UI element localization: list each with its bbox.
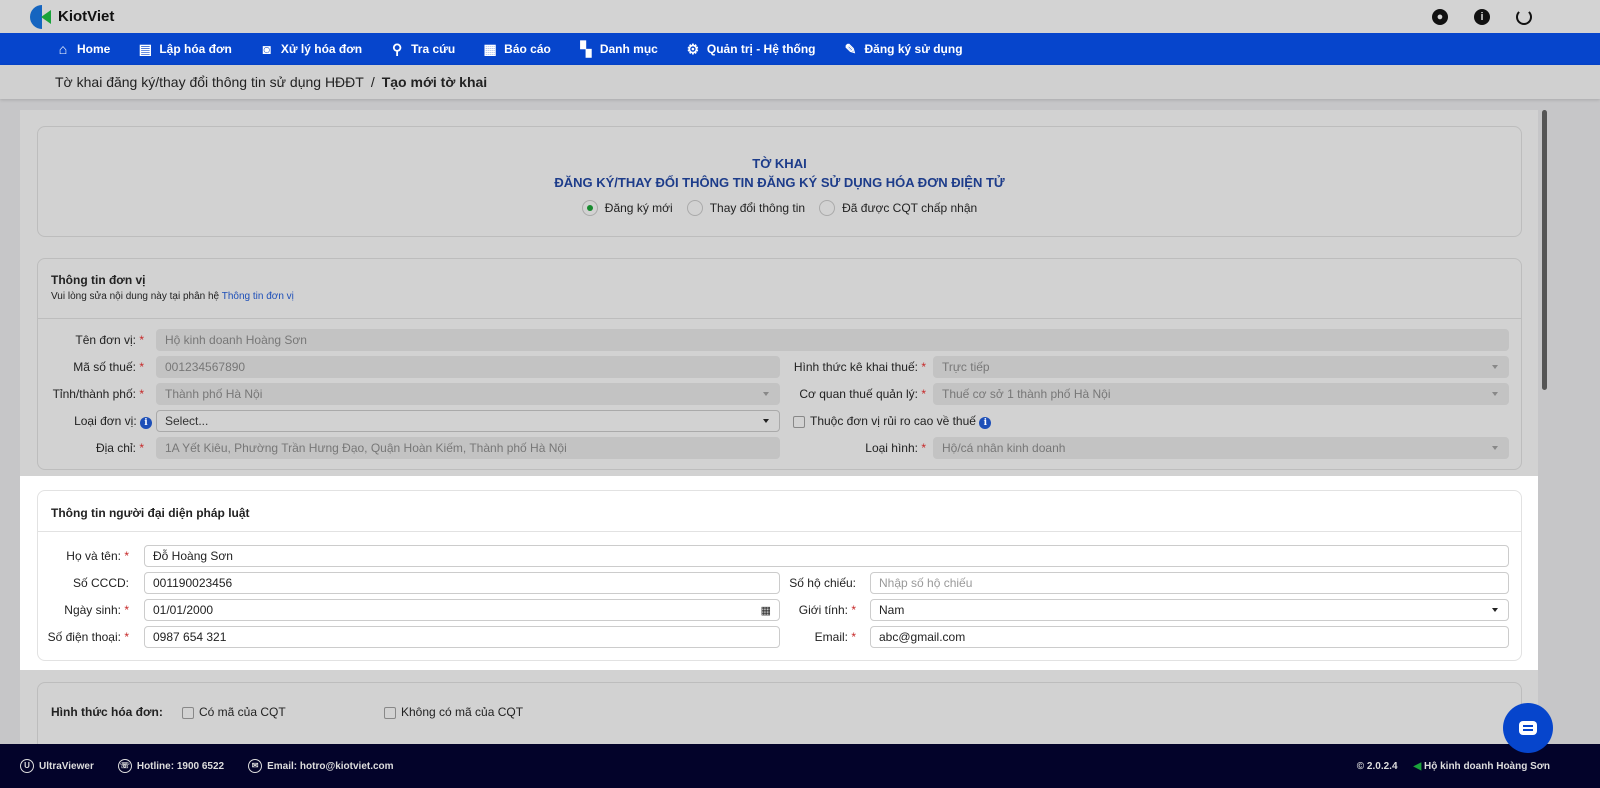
form-title-card: TỜ KHAI ĐĂNG KÝ/THAY ĐỔI THÔNG TIN ĐĂNG … (37, 126, 1522, 237)
tax-office-select: Thuế cơ sở 1 thành phố Hà Nội (933, 383, 1509, 405)
nav-register[interactable]: ✎ Đăng ký sử dụng (843, 41, 963, 58)
email-input[interactable]: abc@gmail.com (870, 626, 1509, 648)
ultraviewer-icon: U (20, 759, 34, 773)
unit-name-field: Hộ kinh doanh Hoàng Sơn (156, 329, 1509, 351)
full-name-input[interactable]: Đỗ Hoàng Sơn (144, 545, 1509, 567)
power-icon[interactable] (1516, 8, 1532, 25)
city-select: Thành phố Hà Nội (156, 383, 780, 405)
invoice-form-card: Hình thức hóa đơn: Có mã của CQT Không c… (37, 682, 1522, 752)
gender-select[interactable]: Nam (870, 599, 1509, 621)
chat-icon (1519, 721, 1537, 735)
legal-rep-card: Thông tin người đại diện pháp luật Họ và… (37, 490, 1522, 661)
breadcrumb: Tờ khai đăng ký/thay đổi thông tin sử dụ… (0, 65, 1600, 99)
section-title: Thông tin đơn vị (51, 273, 146, 287)
kiotviet-logo-icon: ◀ (1413, 760, 1422, 772)
support-email[interactable]: ✉ Email: hotro@kiotviet.com (248, 759, 394, 773)
chat-button[interactable] (1503, 703, 1553, 753)
search-icon: ⚲ (391, 40, 403, 57)
phone-input[interactable]: 0987 654 321 (144, 626, 780, 648)
admin-icon: ⚙ (686, 40, 700, 57)
nav-home[interactable]: ⌂ Home (55, 41, 111, 57)
radio-accepted[interactable]: Đã được CQT chấp nhận (819, 200, 977, 216)
nav-admin[interactable]: ⚙ Quản trị - Hệ thống (685, 41, 816, 58)
tax-declaration-select: Trực tiếp (933, 356, 1509, 378)
app-logo[interactable]: KiotViet (30, 4, 114, 29)
breadcrumb-parent[interactable]: Tờ khai đăng ký/thay đổi thông tin sử dụ… (55, 74, 364, 90)
hotline[interactable]: ☏ Hotline: 1900 6522 (117, 759, 224, 773)
unit-type-select[interactable]: Select... (156, 410, 780, 432)
passport-input[interactable]: Nhập số hộ chiếu (870, 572, 1509, 594)
nav-catalog[interactable]: ▚ Danh mục (578, 40, 657, 58)
high-risk-checkbox[interactable]: Thuộc đơn vị rủi ro cao về thuế i (793, 414, 992, 429)
register-icon: ✎ (844, 40, 857, 57)
phone-icon: ☏ (117, 759, 132, 773)
info-icon[interactable]: i (140, 417, 152, 429)
radio-new-registration[interactable]: Đăng ký mới (581, 200, 673, 216)
footer: U UltraViewer ☏ Hotline: 1900 6522 ✉ Email:… (0, 744, 1600, 788)
radio-change-info[interactable]: Thay đổi thông tin (686, 200, 805, 216)
kiotviet-logo-icon (30, 4, 52, 29)
company-name: ◀ Hộ kinh doanh Hoàng Sơn (1413, 760, 1550, 772)
tax-code-field: 001234567890 (156, 356, 780, 378)
info-icon[interactable]: i (979, 417, 992, 429)
home-icon: ⌂ (58, 41, 68, 57)
address-field: 1A Yết Kiêu, Phường Trần Hưng Đạo, Quận … (156, 437, 780, 459)
ultraviewer-link[interactable]: U UltraViewer (20, 759, 94, 773)
business-type-select: Hộ/cá nhân kinh doanh (933, 437, 1509, 459)
mail-icon: ✉ (248, 759, 263, 773)
unit-info-card: Thông tin đơn vị Vui lòng sửa nội dung n… (37, 258, 1522, 470)
top-bar: KiotViet ● i (0, 0, 1600, 33)
user-account-icon[interactable]: ● (1432, 8, 1448, 25)
nav-report[interactable]: ▦ Báo cáo (482, 41, 551, 58)
info-icon[interactable]: i (1474, 8, 1490, 25)
unit-info-link[interactable]: Thông tin đơn vị (222, 291, 294, 302)
highlighted-section: Thông tin người đại diện pháp luật Họ và… (20, 476, 1538, 670)
without-tax-code-checkbox[interactable]: Không có mã của CQT (384, 705, 523, 719)
form-title: TỜ KHAI (752, 156, 807, 171)
main-nav: ⌂ Home ▤ Lập hóa đơn ◙ Xử lý hóa đơn ⚲ Tra c… (0, 33, 1600, 65)
invoice-add-icon: ▤ (138, 40, 152, 57)
nav-create-invoice[interactable]: ▤ Lập hóa đơn (137, 41, 232, 58)
version: © 2.0.2.4 (1356, 760, 1398, 772)
section-title: Thông tin người đại diện pháp luật (51, 506, 250, 520)
with-tax-code-checkbox[interactable]: Có mã của CQT (182, 705, 286, 719)
form-subtitle: ĐĂNG KÝ/THAY ĐỔI THÔNG TIN ĐĂNG KÝ SỬ DỤ… (554, 175, 1005, 190)
nav-process-invoice[interactable]: ◙ Xử lý hóa đơn (259, 41, 362, 57)
grid-icon: ▚ (580, 40, 592, 57)
report-icon: ▦ (483, 40, 497, 57)
invoice-process-icon: ◙ (262, 41, 272, 57)
nav-lookup[interactable]: ⚲ Tra cứu (389, 41, 455, 58)
breadcrumb-current: Tạo mới tờ khai (381, 74, 488, 90)
scrollbar[interactable] (1542, 110, 1547, 390)
birth-date-input[interactable]: 01/01/2000 ▦ (144, 599, 780, 621)
citizen-id-input[interactable]: 001190023456 (144, 572, 780, 594)
